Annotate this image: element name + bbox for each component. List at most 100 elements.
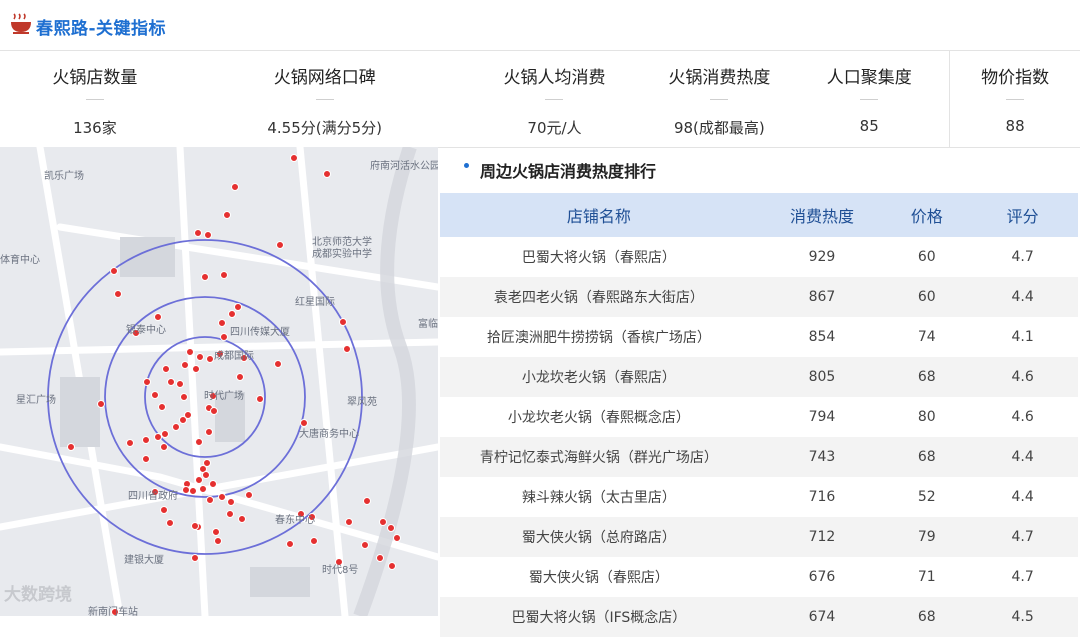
score-value: 4.5	[967, 597, 1078, 637]
heat-value: 716	[808, 489, 836, 505]
store-name: 小龙坎老火锅（春熙概念店）	[507, 410, 690, 426]
poi-label: 四川省政府	[128, 491, 178, 502]
heat-value: 743	[757, 437, 887, 477]
poi-label: 银泰中心	[126, 325, 166, 336]
table-row[interactable]: 巴蜀大将火锅（IFS概念店） 674 68 4.5	[440, 597, 1078, 637]
heat-value: 676	[808, 569, 836, 585]
table-row[interactable]: 青柠记忆泰式海鲜火锅（群光广场店） 743 68 4.4	[440, 437, 1078, 477]
poi-label: 大唐商务中心	[299, 429, 359, 440]
store-name: 拾匠澳洲肥牛捞捞锅（香槟广场店）	[486, 330, 711, 346]
metric-value: 4.55分(满分5分)	[267, 119, 383, 137]
table-row[interactable]: 巴蜀大将火锅（春熙店） 929 60 4.7	[440, 237, 1078, 277]
column-header[interactable]: 价格	[886, 193, 968, 237]
hotpot-store-markers	[67, 154, 401, 616]
store-name: 小龙坎老火锅（春熙店）	[440, 357, 758, 397]
metric-price-index: 物价指数 88	[950, 51, 1080, 147]
metric-heat: 火锅消费热度 98(成都最高)	[649, 51, 789, 147]
hotpot-icon	[11, 13, 31, 34]
metric-value: 98(成都最高)	[673, 119, 765, 137]
score-value: 4.6	[1011, 409, 1034, 425]
price-value: 60	[917, 249, 936, 265]
score-value: 4.4	[967, 437, 1078, 477]
price-value: 79	[886, 517, 968, 557]
table-row[interactable]: 小龙坎老火锅（春熙店） 805 68 4.6	[440, 357, 1078, 397]
metric-value: 70元/人	[527, 119, 582, 137]
poi-label: 建银大厦	[124, 555, 164, 566]
poi-label: 成都国际	[214, 351, 254, 362]
metric-value: 136家	[73, 119, 117, 137]
price-value: 68	[886, 597, 968, 637]
store-map[interactable]: 府南河活水公园 凯乐广场 北京师范大学 成都实验中学 体育中心 红星国际 四川传…	[0, 147, 438, 616]
store-name: 蜀大侠火锅（春熙店）	[528, 570, 669, 586]
metric-label: 火锅网络口碑	[273, 68, 376, 88]
metric-label: 火锅人均消费	[503, 68, 606, 88]
poi-label: 时代8号	[322, 565, 359, 576]
score-value: 4.4	[967, 277, 1078, 317]
heat-value: 712	[757, 517, 887, 557]
price-value: 74	[917, 329, 936, 345]
metric-divider	[1006, 99, 1025, 100]
metric-label: 火锅消费热度	[668, 68, 771, 88]
score-value: 4.7	[967, 517, 1078, 557]
price-value: 71	[917, 569, 936, 585]
metric-divider	[710, 99, 729, 100]
price-value: 68	[886, 437, 968, 477]
price-value: 80	[917, 409, 936, 425]
store-name: 蜀大侠火锅（总府路店）	[440, 517, 758, 557]
column-header[interactable]: 消费热度	[757, 193, 887, 237]
price-value: 52	[917, 489, 936, 505]
table-row[interactable]: 蜀大侠火锅（总府路店） 712 79 4.7	[440, 517, 1078, 557]
poi-label: 红星国际	[295, 297, 335, 308]
metric-reputation: 火锅网络口碑 4.55分(满分5分)	[190, 51, 460, 147]
heat-value: 805	[757, 357, 887, 397]
poi-label: 新南门车站	[88, 607, 138, 616]
poi-label: 四川传媒大厦	[230, 327, 290, 338]
poi-label: 凯乐广场	[44, 171, 84, 182]
table-row[interactable]: 小龙坎老火锅（春熙概念店） 794 80 4.6	[440, 397, 1078, 437]
price-value: 68	[886, 357, 968, 397]
table-row[interactable]: 蜀大侠火锅（春熙店） 676 71 4.7	[440, 557, 1078, 597]
heat-value: 867	[757, 277, 887, 317]
poi-label: 成都实验中学	[312, 249, 372, 260]
metric-divider	[85, 99, 104, 100]
metric-divider	[860, 99, 879, 100]
store-name: 巴蜀大将火锅（IFS概念店）	[440, 597, 758, 637]
page-header: 春熙路-关键指标	[0, 0, 1080, 50]
store-name: 巴蜀大将火锅（春熙店）	[521, 250, 676, 266]
watermark: 大数跨境	[4, 585, 72, 605]
metric-population: 人口聚集度 85	[789, 51, 951, 147]
table-row[interactable]: 拾匠澳洲肥牛捞捞锅（香槟广场店） 854 74 4.1	[440, 317, 1078, 357]
metric-value: 85	[859, 117, 879, 135]
table-header-row: 店铺名称 消费热度 价格 评分	[440, 193, 1078, 237]
metric-label: 火锅店数量	[52, 68, 138, 88]
poi-label: 翠风苑	[347, 397, 377, 408]
poi-label: 时代广场	[204, 391, 244, 402]
poi-label: 星汇广场	[16, 395, 56, 406]
ranking-title: 周边火锅店消费热度排行	[480, 162, 657, 181]
ranking-panel: 周边火锅店消费热度排行 店铺名称 消费热度 价格 评分 巴蜀大将火锅（春熙店） 9…	[440, 147, 1080, 637]
heat-value: 854	[808, 329, 836, 345]
metric-value: 88	[1005, 117, 1025, 135]
section-bullet-icon	[464, 163, 469, 168]
table-row[interactable]: 辣斗辣火锅（太古里店） 716 52 4.4	[440, 477, 1078, 517]
poi-label: 春东中心	[275, 515, 315, 526]
score-value: 4.7	[1011, 249, 1034, 265]
ranking-table: 店铺名称 消费热度 价格 评分 巴蜀大将火锅（春熙店） 929 60 4.7 袁老四老…	[440, 193, 1078, 637]
score-value: 4.6	[967, 357, 1078, 397]
heat-value: 674	[757, 597, 887, 637]
score-value: 4.4	[1011, 489, 1034, 505]
score-value: 4.7	[1011, 569, 1034, 585]
store-name: 袁老四老火锅（春熙路东大街店）	[440, 277, 758, 317]
metrics-strip: 火锅店数量 136家 火锅网络口碑 4.55分(满分5分) 火锅人均消费 70元…	[0, 50, 1080, 148]
score-value: 4.1	[1011, 329, 1034, 345]
column-header[interactable]: 评分	[967, 193, 1078, 237]
heat-value: 929	[808, 249, 836, 265]
store-name: 青柠记忆泰式海鲜火锅（群光广场店）	[440, 437, 758, 477]
metric-store-count: 火锅店数量 136家	[0, 51, 190, 147]
poi-label: 富临	[418, 319, 438, 330]
price-value: 60	[886, 277, 968, 317]
table-row[interactable]: 袁老四老火锅（春熙路东大街店） 867 60 4.4	[440, 277, 1078, 317]
metric-divider	[315, 99, 334, 100]
column-header[interactable]: 店铺名称	[440, 193, 758, 237]
heat-value: 794	[808, 409, 836, 425]
